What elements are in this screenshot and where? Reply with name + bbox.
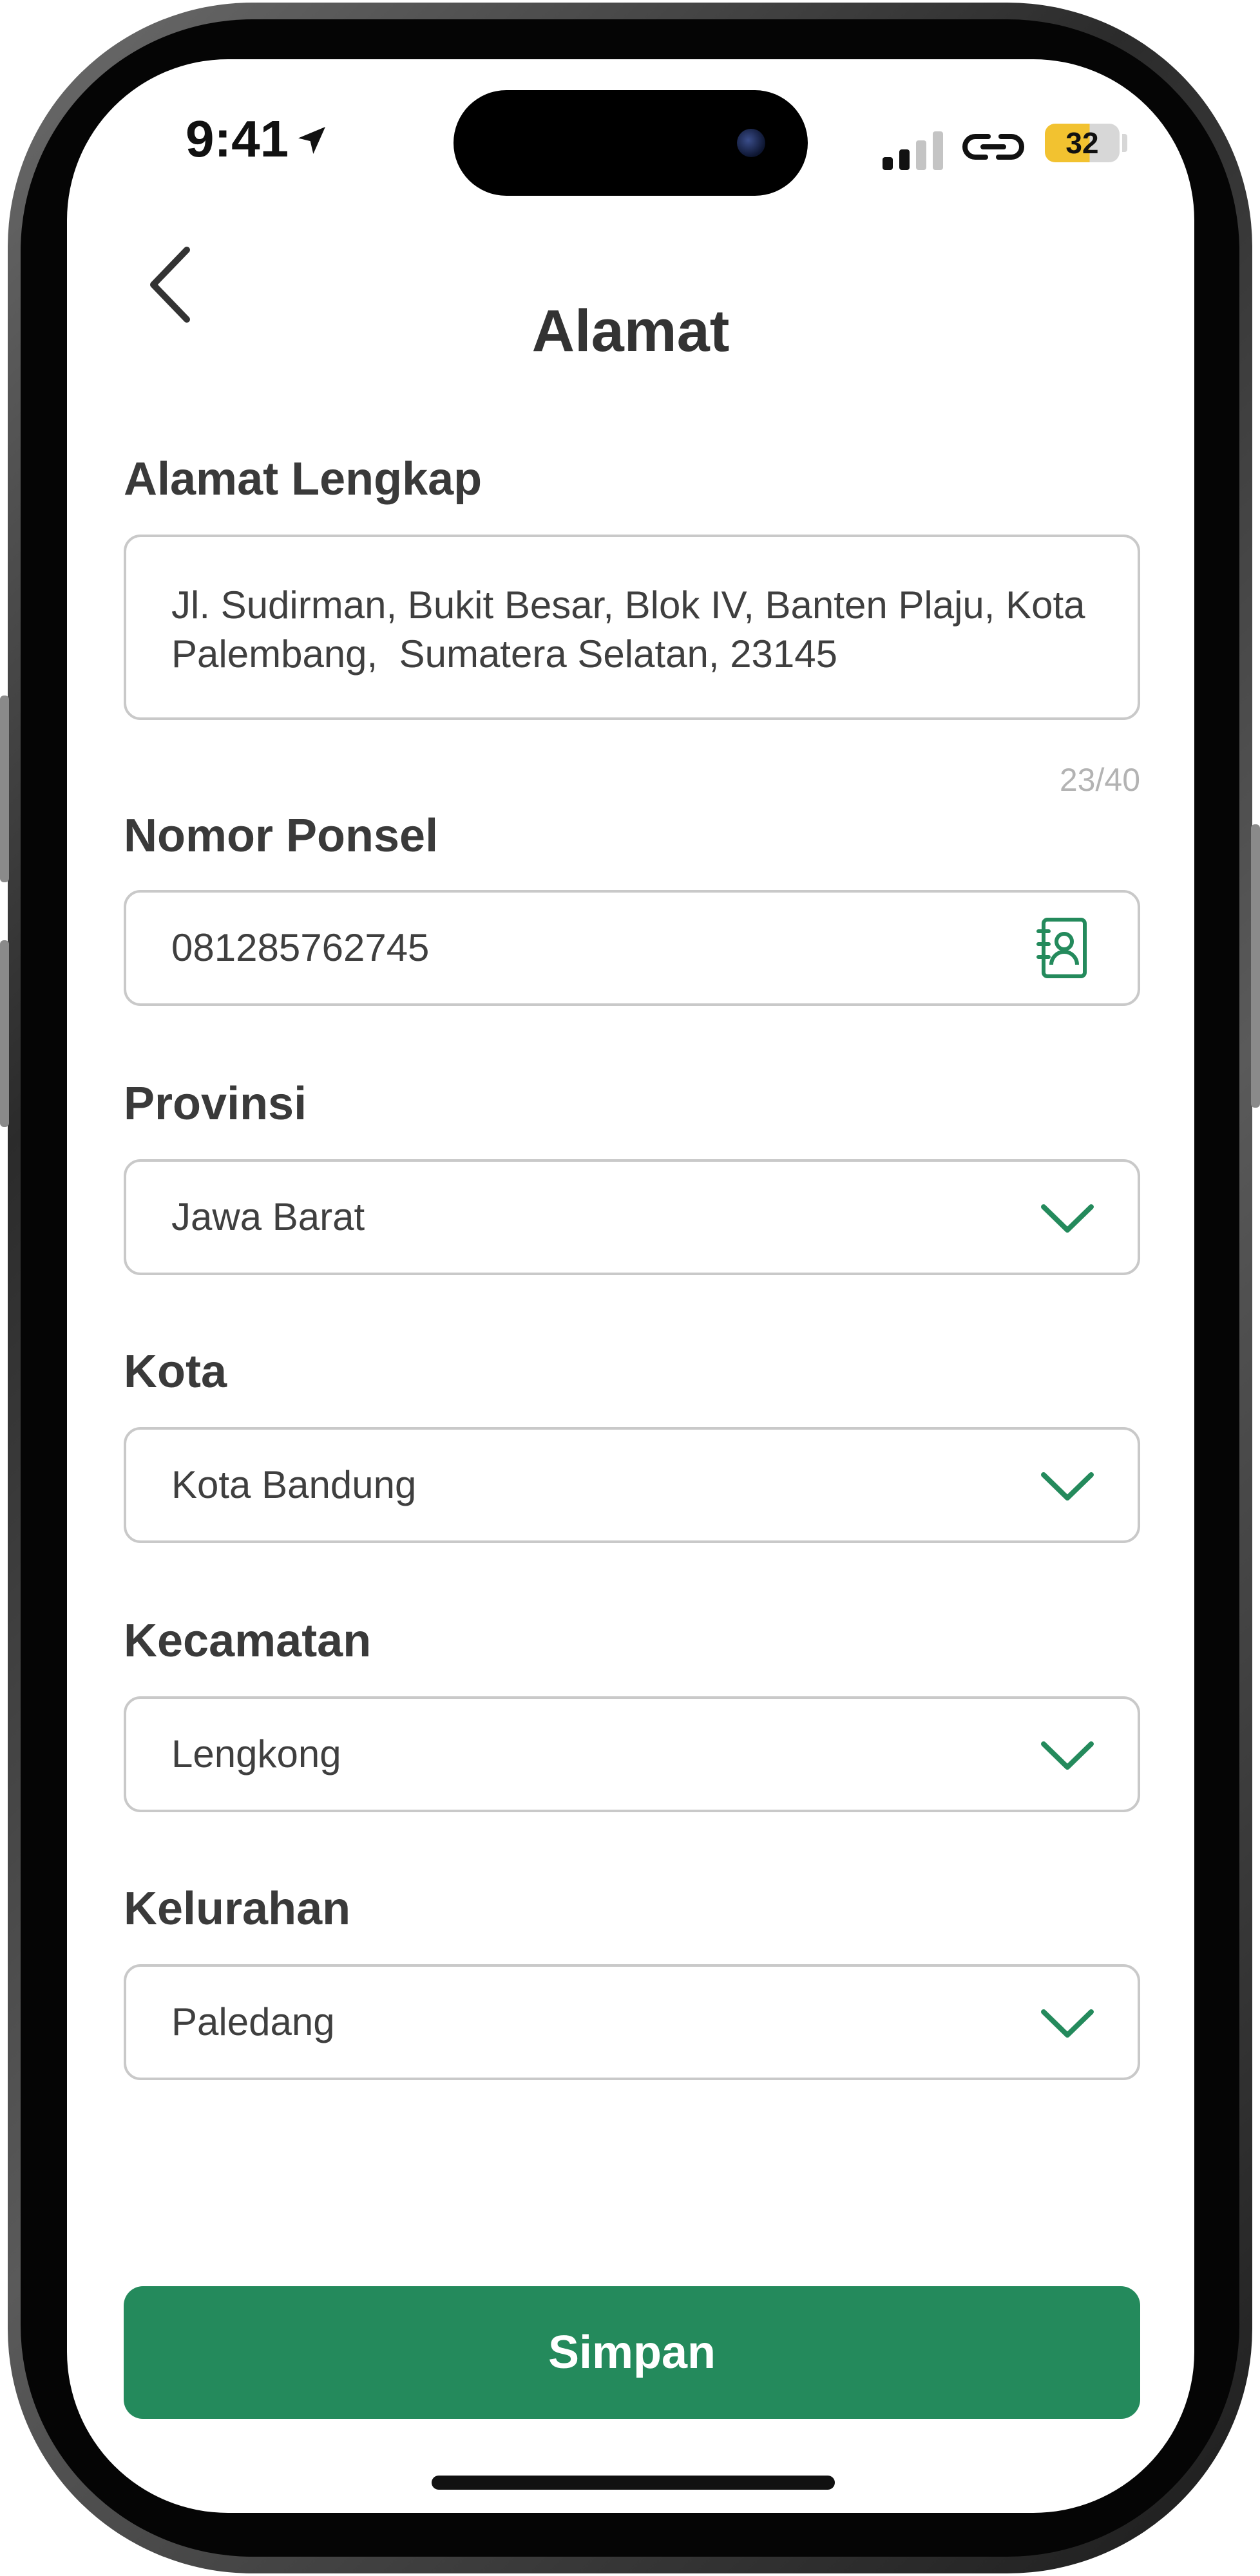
volume-down-button <box>0 940 9 1127</box>
address-char-counter: 23/40 <box>1059 762 1140 798</box>
subdistrict-value: Paledang <box>171 2000 335 2043</box>
province-select[interactable]: Jawa Barat <box>124 1159 1140 1275</box>
label-nomor-ponsel: Nomor Ponsel <box>124 810 439 862</box>
chevron-down-icon <box>1041 1204 1094 1233</box>
battery-icon: 32 <box>1045 124 1120 162</box>
city-value: Kota Bandung <box>171 1463 417 1506</box>
signal-icon <box>883 131 943 170</box>
label-alamat-lengkap: Alamat Lengkap <box>124 453 482 505</box>
subdistrict-select[interactable]: Paledang <box>124 1964 1140 2080</box>
dynamic-island <box>453 90 808 196</box>
camera-lens-icon <box>737 129 765 157</box>
save-button[interactable]: Simpan <box>124 2286 1140 2419</box>
label-kecamatan: Kecamatan <box>124 1615 372 1667</box>
chevron-down-icon <box>1041 1472 1094 1501</box>
label-kelurahan: Kelurahan <box>124 1883 351 1935</box>
address-textarea[interactable]: Jl. Sudirman, Bukit Besar, Blok IV, Bant… <box>124 535 1140 720</box>
location-arrow-icon <box>298 127 325 154</box>
home-indicator[interactable] <box>432 2476 835 2490</box>
chevron-down-icon <box>1041 1741 1094 1770</box>
contact-book-icon[interactable] <box>1035 916 1089 980</box>
screen: 9:41 32 Alamat Alamat Lengkap Jl. Sudirm… <box>67 59 1194 2513</box>
page-title: Alamat <box>531 298 730 364</box>
label-provinsi: Provinsi <box>124 1078 307 1130</box>
district-select[interactable]: Lengkong <box>124 1696 1140 1812</box>
phone-number-value: 081285762745 <box>171 926 430 969</box>
district-value: Lengkong <box>171 1732 341 1776</box>
chevron-down-icon <box>1041 2009 1094 2038</box>
status-time: 9:41 <box>186 110 289 167</box>
phone-number-field[interactable]: 081285762745 <box>124 890 1140 1006</box>
volume-up-button <box>0 696 9 882</box>
city-select[interactable]: Kota Bandung <box>124 1427 1140 1543</box>
address-value: Jl. Sudirman, Bukit Besar, Blok IV, Bant… <box>171 583 1085 676</box>
label-kota: Kota <box>124 1346 227 1397</box>
battery-tip <box>1122 134 1127 152</box>
link-icon <box>962 134 1024 160</box>
province-value: Jawa Barat <box>171 1195 365 1238</box>
power-button <box>1251 824 1260 1108</box>
